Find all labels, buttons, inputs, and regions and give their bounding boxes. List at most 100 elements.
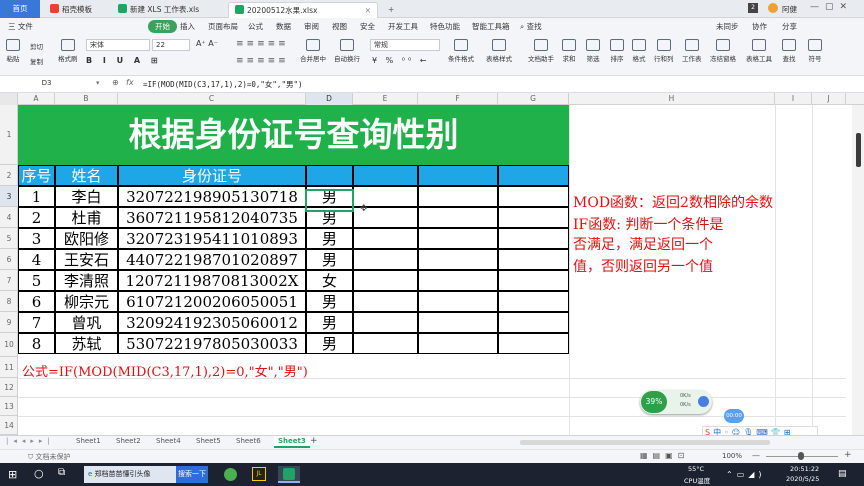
cell-empty[interactable] xyxy=(498,186,569,207)
cell-no[interactable]: 7 xyxy=(18,312,55,333)
cell-no[interactable]: 6 xyxy=(18,291,55,312)
cell-no[interactable]: 3 xyxy=(18,228,55,249)
cell-gender[interactable]: 男 xyxy=(306,249,353,270)
name-box[interactable]: D3 xyxy=(4,78,86,90)
cell-empty[interactable] xyxy=(353,228,418,249)
column-header[interactable]: F xyxy=(418,93,498,105)
sheet-tab[interactable]: Sheet2 xyxy=(116,437,141,445)
cell-empty[interactable] xyxy=(418,291,498,312)
menu-page-layout[interactable]: 页面布局 xyxy=(208,21,238,32)
font-style-buttons[interactable]: B I U A ⊞ xyxy=(86,56,162,65)
header-cell-id[interactable]: 身份证号 xyxy=(118,165,306,186)
add-sheet-button[interactable]: + xyxy=(310,436,318,446)
cell-empty[interactable] xyxy=(498,312,569,333)
notification-icon[interactable]: ▤ xyxy=(838,469,847,479)
boost-icon[interactable] xyxy=(698,396,709,407)
zoom-in-button[interactable]: + xyxy=(844,450,852,460)
paste-button[interactable]: 粘贴 xyxy=(6,39,20,63)
row-header-selected[interactable]: 3 xyxy=(0,186,18,207)
menu-smart-tools[interactable]: 智能工具箱 xyxy=(472,21,510,32)
row-header[interactable]: 11 xyxy=(0,357,18,378)
cell-gender[interactable]: 男 xyxy=(306,333,353,354)
task-view-icon[interactable]: ⧉ xyxy=(58,467,65,478)
cell-no[interactable]: 4 xyxy=(18,249,55,270)
cell-empty[interactable] xyxy=(418,228,498,249)
close-icon[interactable]: ✕ xyxy=(365,3,371,18)
menu-view[interactable]: 视图 xyxy=(332,21,347,32)
zoom-level[interactable]: 100% xyxy=(722,452,742,460)
cell-empty[interactable] xyxy=(353,312,418,333)
worksheet-button[interactable]: 工作表 xyxy=(682,39,702,63)
copy-button[interactable]: 复制 xyxy=(30,56,43,66)
cell-id[interactable]: 610721200206050051 xyxy=(118,291,306,312)
font-name-select[interactable]: 宋体 xyxy=(86,39,150,51)
cell-name[interactable]: 李清照 xyxy=(55,270,118,291)
column-header[interactable]: C xyxy=(118,93,306,105)
row-header[interactable]: 9 xyxy=(0,312,18,333)
cell-id[interactable]: 12072119870813002X xyxy=(118,270,306,291)
cell-empty[interactable] xyxy=(418,249,498,270)
menu-file[interactable]: 三 文件 xyxy=(8,21,33,32)
align-bottom-icons[interactable]: ≡≡≡≡≡ xyxy=(236,56,289,66)
row-header[interactable]: 1 xyxy=(0,105,18,165)
menu-collab[interactable]: 协作 xyxy=(752,21,767,32)
badge-icon[interactable]: 2 xyxy=(748,3,758,13)
formula-input[interactable]: =IF(MOD(MID(C3,17,1),2)=0,"女","男") xyxy=(143,79,303,90)
row-header[interactable]: 7 xyxy=(0,270,18,291)
column-header[interactable]: J xyxy=(812,93,846,105)
cell-id[interactable]: 440722198701020897 xyxy=(118,249,306,270)
symbol-button[interactable]: 符号 xyxy=(808,39,822,63)
menu-review[interactable]: 审阅 xyxy=(304,21,319,32)
cut-button[interactable]: 剪切 xyxy=(30,41,43,51)
column-header[interactable]: H xyxy=(569,93,775,105)
dropdown-icon[interactable]: ▾ xyxy=(96,79,100,87)
tray-icons[interactable]: ⌃▭◢) xyxy=(726,470,766,479)
format-painter-button[interactable]: 格式刷 xyxy=(58,39,78,63)
app-icon-jl[interactable]: JL xyxy=(252,467,266,481)
cell-empty[interactable] xyxy=(498,207,569,228)
tab-new-xls[interactable]: 新建 XLS 工作表.xls xyxy=(112,2,205,18)
sort-button[interactable]: 排序 xyxy=(610,39,624,63)
cell-gender[interactable]: 男 xyxy=(306,228,353,249)
cell-name[interactable]: 柳宗元 xyxy=(55,291,118,312)
header-cell-no[interactable]: 序号 xyxy=(18,165,55,186)
timer-badge[interactable]: 00:00 xyxy=(724,409,744,423)
sheet-tab[interactable]: Sheet6 xyxy=(236,437,261,445)
avatar[interactable] xyxy=(768,3,778,13)
menu-developer[interactable]: 开发工具 xyxy=(388,21,418,32)
view-mode-buttons[interactable]: ▦▤▣⊡ xyxy=(640,451,689,460)
row-header[interactable]: 13 xyxy=(0,397,18,416)
font-size-select[interactable]: 22 xyxy=(152,39,190,51)
tab-home[interactable]: 首页 xyxy=(0,0,40,18)
column-header[interactable]: B xyxy=(55,93,118,105)
cell-id[interactable]: 320723195411010893 xyxy=(118,228,306,249)
menu-start[interactable]: 开始 xyxy=(148,20,177,33)
scroll-thumb[interactable] xyxy=(856,133,861,167)
cell-id[interactable]: 530722197805030033 xyxy=(118,333,306,354)
column-header-selected[interactable]: D xyxy=(306,93,353,105)
new-tab-button[interactable]: + xyxy=(382,2,400,18)
format-button[interactable]: 格式 xyxy=(632,39,646,63)
user-name[interactable]: 阿健 xyxy=(782,4,797,15)
find-button[interactable]: 查找 xyxy=(782,39,796,63)
system-monitor-widget[interactable]: 39% 0K/s 0K/s xyxy=(640,390,712,414)
cell-no[interactable]: 8 xyxy=(18,333,55,354)
row-header[interactable]: 2 xyxy=(0,165,18,186)
cell-id[interactable]: 320722198905130718 xyxy=(118,186,306,207)
row-header[interactable]: 12 xyxy=(0,378,18,397)
cell-empty[interactable] xyxy=(498,249,569,270)
sheet-nav-arrows[interactable]: |◂◂▸▸| xyxy=(6,437,55,445)
zoom-out-button[interactable]: — xyxy=(752,451,760,460)
cell-empty[interactable] xyxy=(418,333,498,354)
cell-empty[interactable] xyxy=(498,228,569,249)
zoom-icon[interactable]: ⊕ xyxy=(112,78,119,87)
cell-empty[interactable] xyxy=(498,333,569,354)
sum-button[interactable]: 求和 xyxy=(562,39,576,63)
header-cell-empty[interactable] xyxy=(498,165,569,186)
freeze-panes-button[interactable]: 冻结窗格 xyxy=(710,39,736,63)
row-header[interactable]: 14 xyxy=(0,416,18,435)
menu-insert[interactable]: 插入 xyxy=(180,21,195,32)
cell-empty[interactable] xyxy=(353,291,418,312)
filter-button[interactable]: 筛选 xyxy=(586,39,600,63)
cell-empty[interactable] xyxy=(353,270,418,291)
